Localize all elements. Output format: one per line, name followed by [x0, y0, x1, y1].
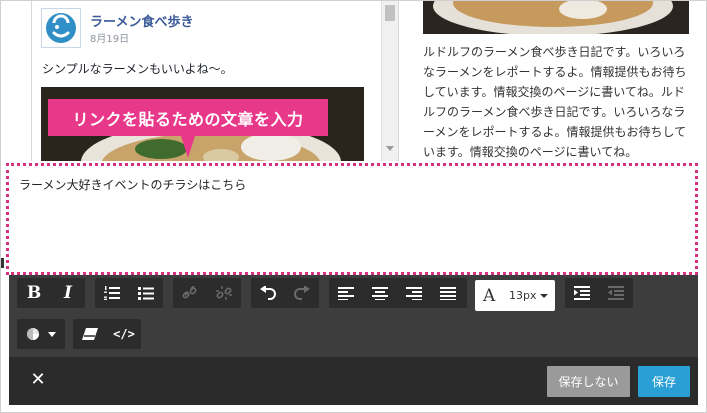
ordered-list-icon — [104, 286, 120, 300]
page-name-link[interactable]: ラーメン食べ歩き — [90, 11, 193, 30]
indent-group — [565, 278, 633, 308]
list-group — [95, 278, 163, 308]
discard-button[interactable]: 保存しない — [547, 366, 630, 397]
bullet-list-icon — [138, 287, 154, 300]
outdent-button[interactable] — [599, 278, 633, 308]
align-left-icon — [338, 287, 354, 300]
format-group: B I — [17, 278, 85, 308]
history-group — [251, 278, 319, 308]
align-right-button[interactable] — [397, 278, 431, 308]
align-right-icon — [406, 287, 422, 300]
callout-pointer — [181, 136, 195, 158]
editor-toolbar: B I A 13px </> — [9, 275, 698, 357]
justify-button[interactable] — [431, 278, 465, 308]
align-center-button[interactable] — [363, 278, 397, 308]
bold-button[interactable]: B — [17, 278, 51, 308]
resize-nub — [1, 258, 4, 268]
align-center-icon — [372, 287, 388, 300]
page-avatar[interactable] — [41, 8, 81, 48]
instruction-callout: リンクを貼るための文章を入力 — [48, 99, 328, 136]
italic-icon: I — [64, 283, 72, 303]
link-button[interactable] — [173, 278, 207, 308]
justify-icon — [440, 287, 456, 300]
ramen-photo-right — [423, 1, 689, 34]
redo-button[interactable] — [285, 278, 319, 308]
outdent-icon — [608, 286, 624, 300]
code-icon: </> — [113, 327, 135, 341]
editor-footer: ✕ 保存しない 保存 — [9, 357, 698, 405]
editor-content[interactable]: ラーメン大好きイベントのチラシはこちら — [19, 176, 246, 193]
redo-icon — [294, 286, 310, 300]
blog-description: ルドルフのラーメン食べ歩き日記です。いろいろなラーメンをレポートするよ。情報提供… — [423, 45, 687, 159]
post-text: シンプルなラーメンもいいよね〜。 — [42, 62, 233, 76]
color-chevron-icon — [48, 331, 56, 337]
eraser-icon — [82, 328, 98, 340]
undo-icon — [260, 286, 276, 300]
facebook-post-card: ラーメン食べ歩き 8月19日 シンプルなラーメンもいいよね〜。 — [31, 1, 399, 161]
unlink-icon — [216, 286, 232, 300]
post-date[interactable]: 8月19日 — [90, 30, 129, 45]
scroll-thumb[interactable] — [385, 5, 395, 21]
link-group — [173, 278, 241, 308]
close-icon[interactable]: ✕ — [29, 371, 47, 389]
color-icon — [27, 328, 39, 340]
source-code-button[interactable]: </> — [107, 319, 141, 349]
font-size-select[interactable]: A 13px — [475, 280, 555, 311]
clear-format-button[interactable] — [73, 319, 107, 349]
italic-button[interactable]: I — [51, 278, 85, 308]
link-icon — [182, 286, 197, 299]
bold-icon: B — [26, 283, 42, 303]
ordered-list-button[interactable] — [95, 278, 129, 308]
misc-group: </> — [73, 319, 141, 349]
undo-button[interactable] — [251, 278, 285, 308]
align-group — [329, 278, 467, 308]
color-picker[interactable] — [17, 319, 65, 349]
app-frame: ラーメン食べ歩き 8月19日 シンプルなラーメンもいいよね〜。 ルドルフのラーメ… — [0, 0, 707, 413]
chevron-down-icon — [539, 293, 548, 298]
save-button[interactable]: 保存 — [638, 366, 690, 397]
bullet-list-button[interactable] — [129, 278, 163, 308]
unlink-button[interactable] — [207, 278, 241, 308]
post-scrollbar[interactable] — [381, 1, 398, 161]
font-size-icon: A — [483, 285, 496, 306]
link-text-editor[interactable]: ラーメン大好きイベントのチラシはこちら — [6, 163, 698, 275]
indent-button[interactable] — [565, 278, 599, 308]
scroll-down-icon[interactable] — [385, 145, 395, 153]
indent-icon — [574, 286, 590, 300]
font-size-value: 13px — [509, 289, 537, 302]
align-left-button[interactable] — [329, 278, 363, 308]
